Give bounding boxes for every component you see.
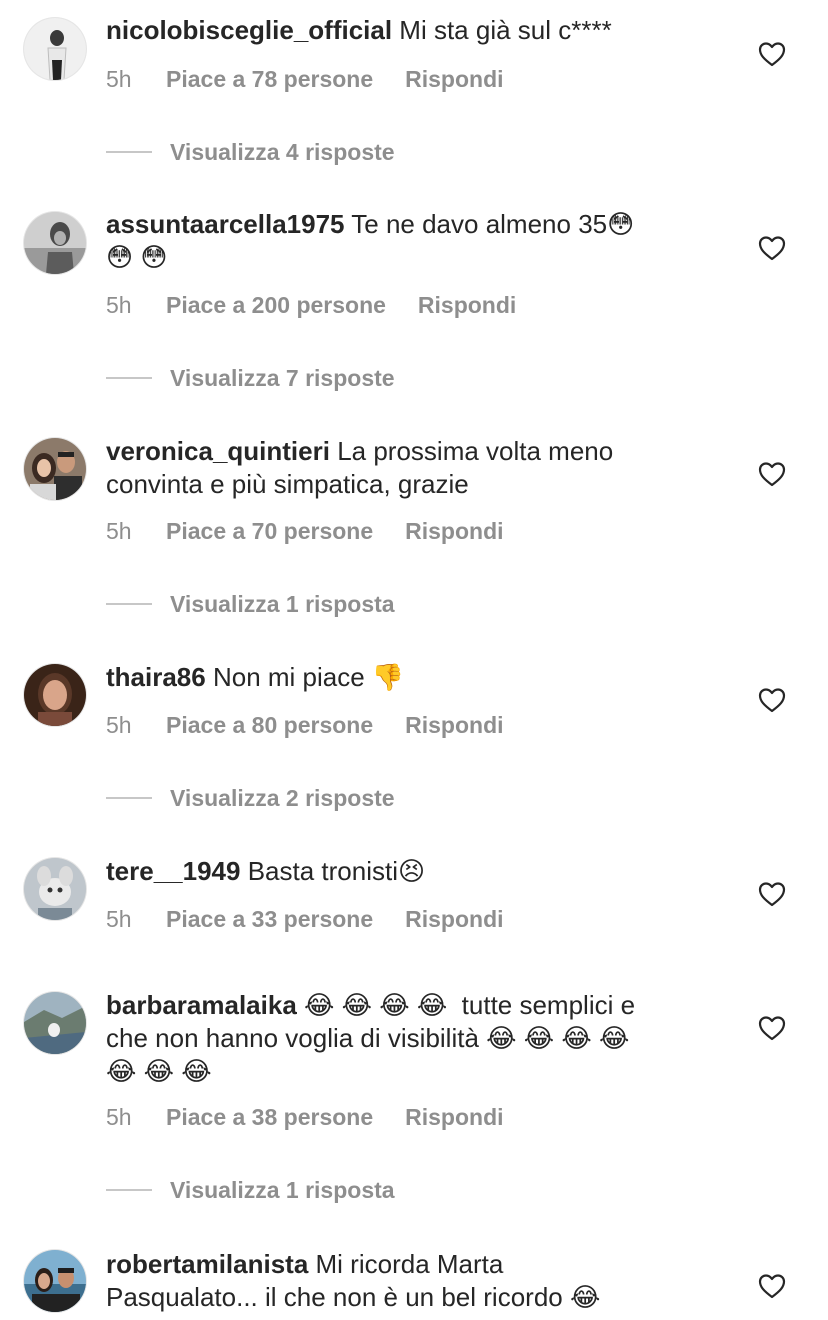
view-replies-label: Visualizza 1 risposta — [170, 1177, 395, 1203]
avatar[interactable] — [24, 18, 86, 80]
avatar[interactable] — [24, 1250, 86, 1312]
heart-outline-icon[interactable] — [758, 687, 786, 713]
comment-body: Non mi piace 👎 — [205, 662, 405, 692]
view-replies-label: Visualizza 1 risposta — [170, 591, 395, 617]
replies-divider — [106, 150, 152, 153]
replies-divider — [106, 376, 152, 379]
comment-meta: 5h Piace a 78 persone Rispondi — [106, 64, 504, 94]
comment-username[interactable]: assuntaarcella1975 — [106, 209, 345, 239]
comment-text: tere__1949 Basta tronisti😣 — [106, 855, 706, 888]
view-replies-button[interactable]: Visualizza 4 risposte — [106, 137, 395, 167]
heart-outline-icon[interactable] — [758, 461, 786, 487]
replies-divider — [106, 602, 152, 605]
reply-button[interactable]: Rispondi — [405, 64, 503, 94]
likes-count[interactable]: Piace a 38 persone — [166, 1102, 373, 1132]
view-replies-button[interactable]: Visualizza 2 risposte — [106, 783, 395, 813]
reply-button[interactable]: Rispondi — [418, 290, 516, 320]
reply-button[interactable]: Rispondi — [405, 710, 503, 740]
comment-time: 5h — [106, 1104, 132, 1130]
likes-count[interactable]: Piace a 200 persone — [166, 290, 386, 320]
comment-username[interactable]: tere__1949 — [106, 856, 240, 886]
avatar[interactable] — [24, 212, 86, 274]
comment-meta: 5h Piace a 33 persone Rispondi — [106, 904, 504, 934]
heart-outline-icon[interactable] — [758, 881, 786, 907]
comment-username[interactable]: veronica_quintieri — [106, 436, 330, 466]
comment-text: veronica_quintieri La prossima volta men… — [106, 435, 706, 501]
heart-outline-icon[interactable] — [758, 1015, 786, 1041]
comment-text: robertamilanista Mi ricorda Marta Pasqua… — [106, 1248, 706, 1314]
comment-body: Mi sta già sul c**** — [392, 15, 612, 45]
heart-outline-icon[interactable] — [758, 1273, 786, 1299]
likes-count[interactable]: Piace a 70 persone — [166, 516, 373, 546]
view-replies-label: Visualizza 2 risposte — [170, 785, 395, 811]
reply-button[interactable]: Rispondi — [405, 516, 503, 546]
heart-outline-icon[interactable] — [758, 235, 786, 261]
comment-time: 5h — [106, 906, 132, 932]
comment-text: thaira86 Non mi piace 👎 — [106, 661, 706, 694]
view-replies-label: Visualizza 7 risposte — [170, 365, 395, 391]
view-replies-button[interactable]: Visualizza 1 risposta — [106, 1175, 395, 1205]
comment-meta: 5h Piace a 80 persone Rispondi — [106, 710, 504, 740]
avatar[interactable] — [24, 438, 86, 500]
comment-text: nicolobisceglie_official Mi sta già sul … — [106, 14, 706, 47]
avatar[interactable] — [24, 664, 86, 726]
comment-time: 5h — [106, 292, 132, 318]
comment-username[interactable]: barbaramalaika — [106, 990, 297, 1020]
reply-button[interactable]: Rispondi — [405, 1102, 503, 1132]
comment-text: assuntaarcella1975 Te ne davo almeno 35😳… — [106, 208, 706, 274]
replies-divider — [106, 1188, 152, 1191]
avatar[interactable] — [24, 992, 86, 1054]
avatar[interactable] — [24, 858, 86, 920]
comment-username[interactable]: nicolobisceglie_official — [106, 15, 392, 45]
view-replies-button[interactable]: Visualizza 1 risposta — [106, 589, 395, 619]
heart-outline-icon[interactable] — [758, 41, 786, 67]
comment-text: barbaramalaika 😂 😂 😂 😂 tutte semplici e … — [106, 989, 706, 1088]
comment-meta: 5h Piace a 200 persone Rispondi — [106, 290, 516, 320]
comment-meta: 5h Piace a 38 persone Rispondi — [106, 1102, 504, 1132]
reply-button[interactable]: Rispondi — [405, 904, 503, 934]
comment-time: 5h — [106, 66, 132, 92]
comment-username[interactable]: robertamilanista — [106, 1249, 308, 1279]
comment-body: Basta tronisti😣 — [240, 856, 426, 886]
likes-count[interactable]: Piace a 78 persone — [166, 64, 373, 94]
likes-count[interactable]: Piace a 33 persone — [166, 904, 373, 934]
view-replies-label: Visualizza 4 risposte — [170, 139, 395, 165]
comment-username[interactable]: thaira86 — [106, 662, 206, 692]
replies-divider — [106, 796, 152, 799]
likes-count[interactable]: Piace a 80 persone — [166, 710, 373, 740]
view-replies-button[interactable]: Visualizza 7 risposte — [106, 363, 395, 393]
comment-meta: 5h Piace a 70 persone Rispondi — [106, 516, 504, 546]
comment-time: 5h — [106, 712, 132, 738]
comment-time: 5h — [106, 518, 132, 544]
